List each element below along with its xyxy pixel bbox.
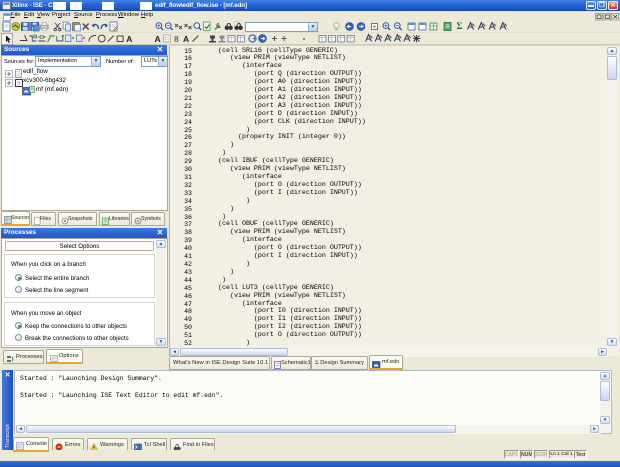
- svg-text:A: A: [126, 34, 132, 44]
- svg-text:8: 8: [174, 34, 179, 44]
- svg-text:Σ: Σ: [457, 21, 463, 31]
- svg-text:A: A: [183, 34, 189, 44]
- svg-text:A: A: [155, 34, 161, 44]
